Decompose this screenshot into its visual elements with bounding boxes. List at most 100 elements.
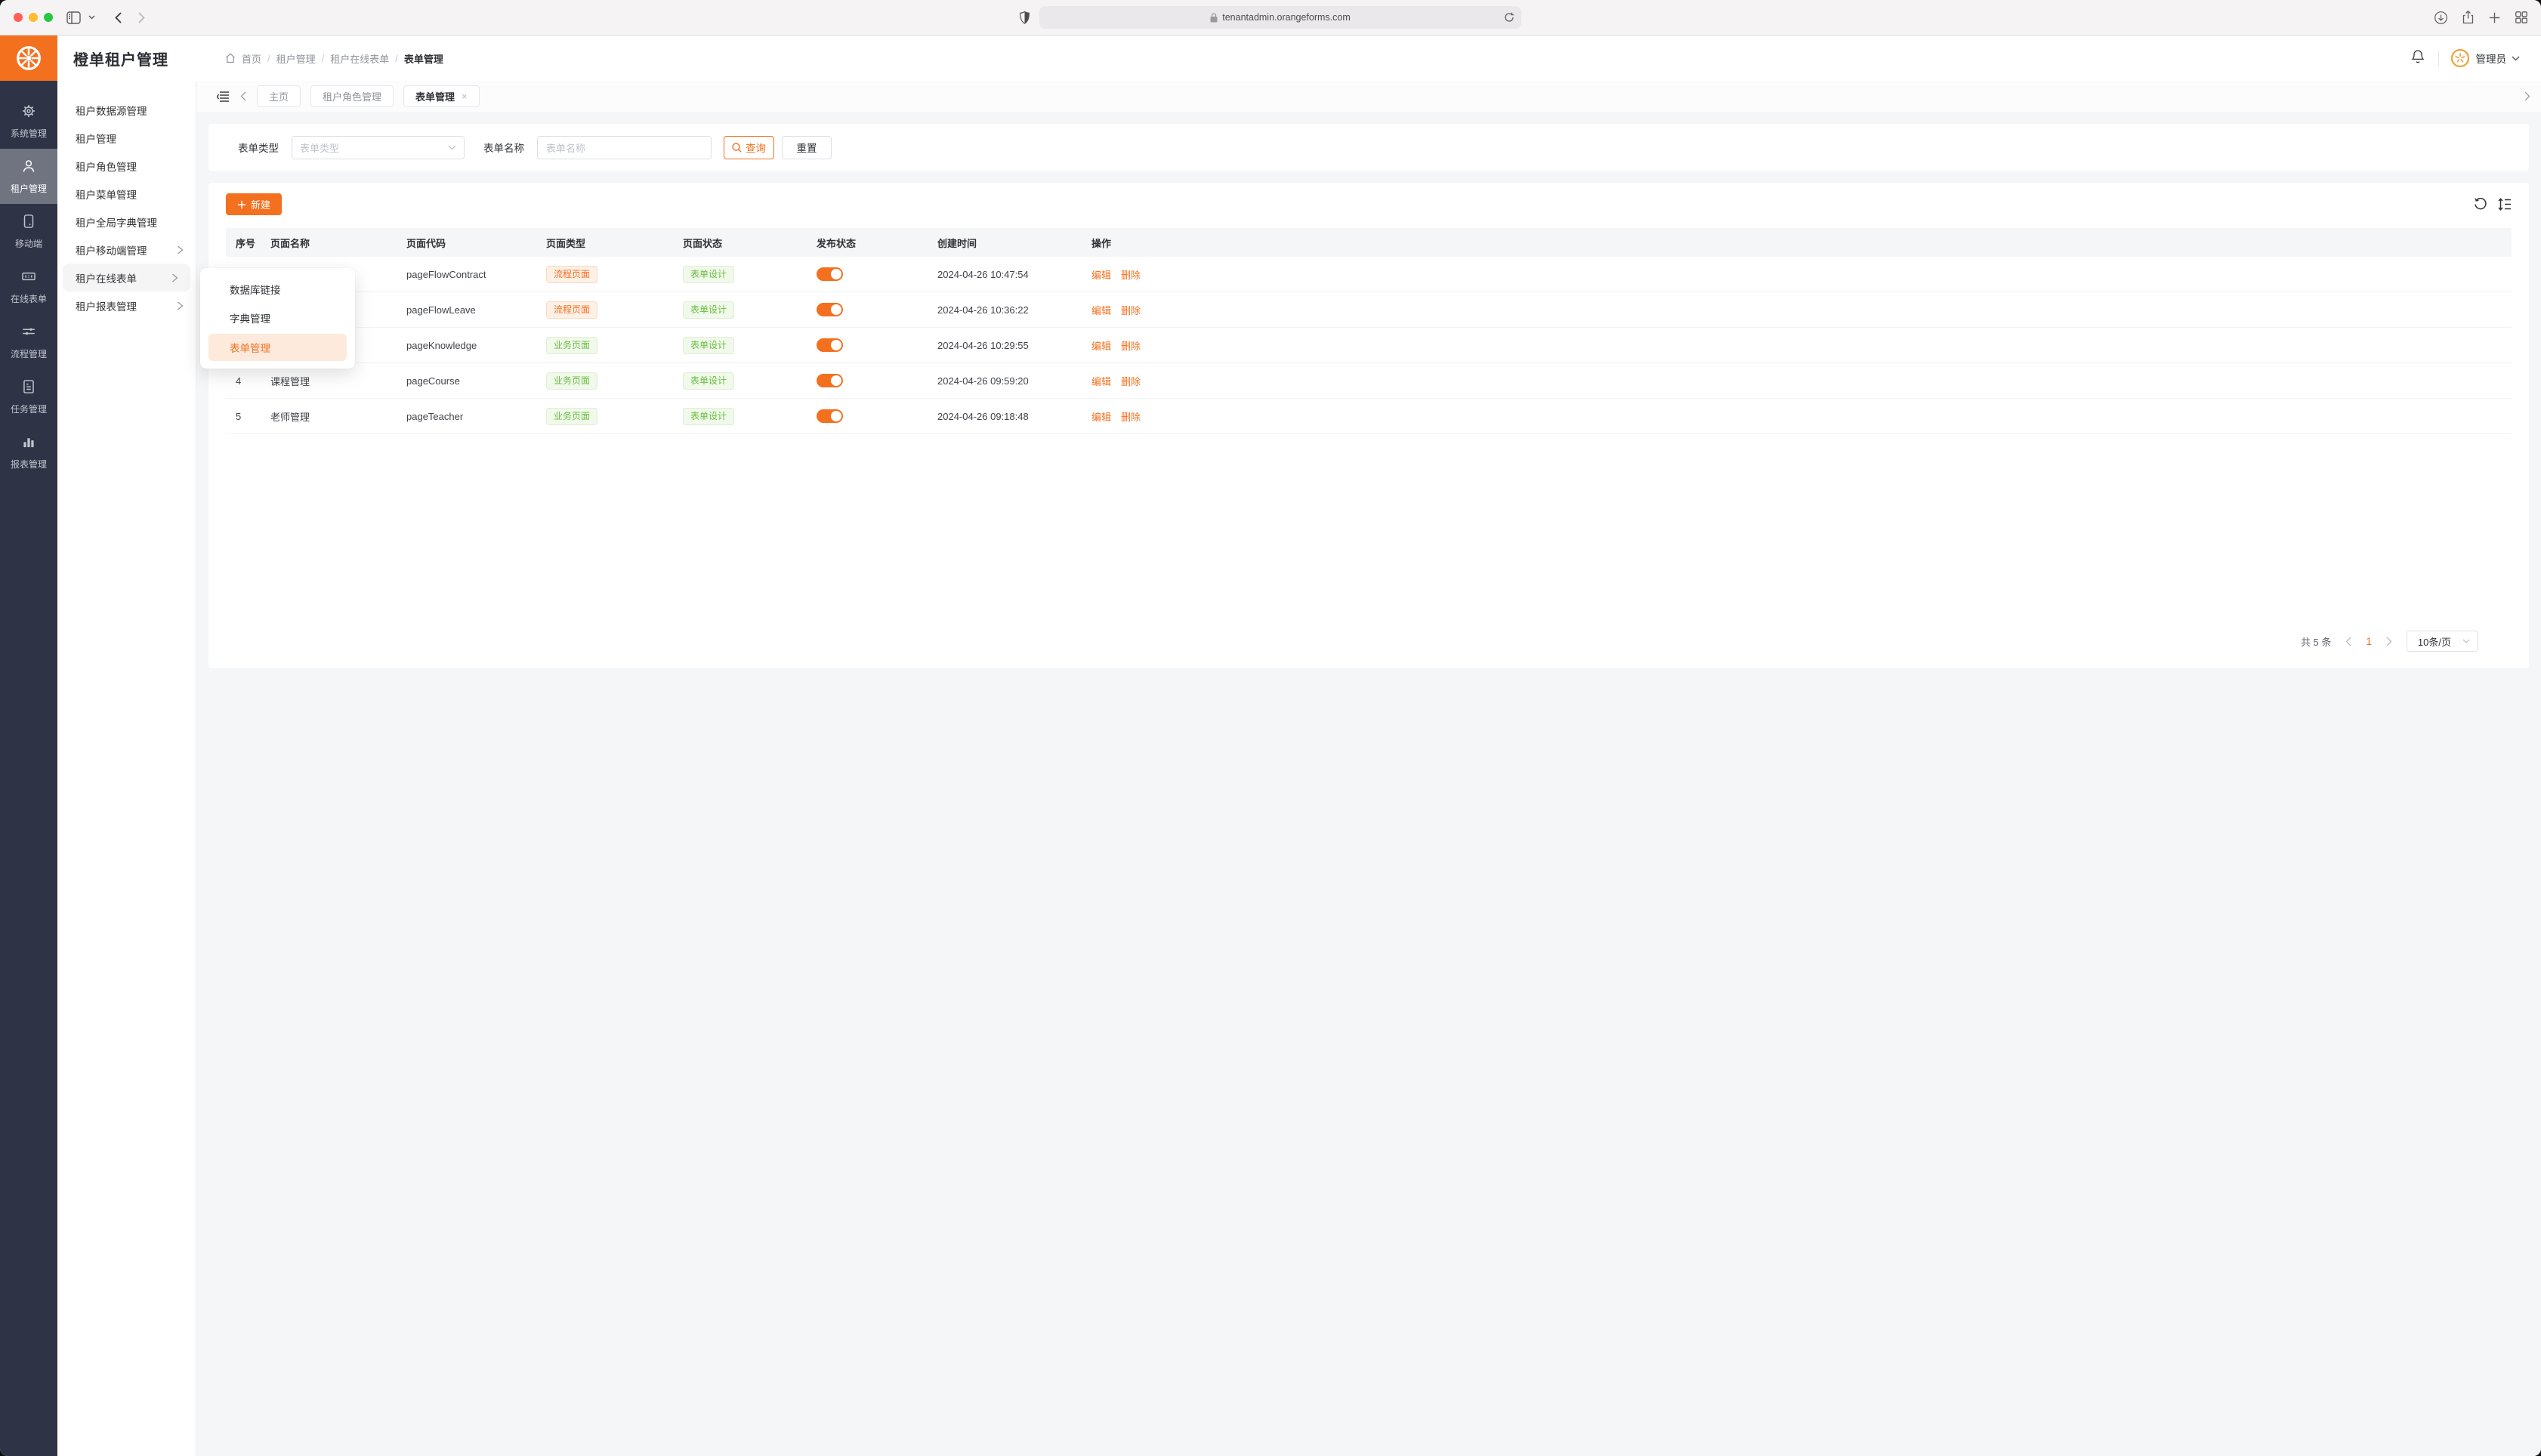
breadcrumb-current: 表单管理: [404, 51, 443, 66]
cell-actions: 编辑删除: [1091, 409, 2512, 424]
privacy-shield-icon[interactable]: [1020, 11, 1030, 24]
delete-link[interactable]: 删除: [1121, 338, 1141, 353]
chevron-right-icon: [171, 273, 178, 282]
breadcrumb-item[interactable]: 首页: [242, 51, 261, 66]
submenu-item-role[interactable]: 租户角色管理: [57, 152, 196, 180]
browser-window: tenantadmin.orangeforms.com: [0, 0, 2541, 1456]
publish-toggle[interactable]: [817, 338, 843, 352]
flyout-item-label: 表单管理: [230, 340, 270, 355]
chevron-down-icon[interactable]: [88, 15, 95, 20]
delete-link[interactable]: 删除: [1121, 303, 1141, 317]
tab-item[interactable]: 表单管理×: [403, 85, 480, 107]
breadcrumb-item[interactable]: 租户在线表单: [330, 51, 389, 66]
next-page-icon[interactable]: [2386, 637, 2392, 646]
chevron-down-icon[interactable]: [2512, 51, 2520, 65]
cell-page-code: pageFlowLeave: [406, 304, 546, 316]
search-button[interactable]: 查询: [724, 136, 774, 159]
search-icon: [732, 143, 742, 153]
sidebar-item-flow[interactable]: 流程管理: [0, 314, 57, 369]
forward-button[interactable]: [138, 12, 145, 23]
submenu-item-label: 租户报表管理: [76, 298, 137, 313]
edit-link[interactable]: 编辑: [1091, 409, 1111, 424]
address-bar[interactable]: tenantadmin.orangeforms.com: [1039, 6, 1521, 29]
cell-actions: 编辑删除: [1091, 267, 2512, 282]
sidebar-item-report[interactable]: 报表管理: [0, 424, 57, 480]
publish-toggle[interactable]: [817, 409, 843, 423]
zoom-window-button[interactable]: [44, 13, 53, 22]
cell-actions: 编辑删除: [1091, 374, 2512, 388]
tab-close-icon[interactable]: ×: [462, 91, 468, 102]
bell-icon[interactable]: [2411, 49, 2425, 67]
breadcrumb-item[interactable]: 租户管理: [276, 51, 316, 66]
submenu-item-label: 租户数据源管理: [76, 103, 147, 118]
flyout-item-label: 字典管理: [230, 310, 270, 325]
publish-toggle[interactable]: [817, 303, 843, 316]
edit-link[interactable]: 编辑: [1091, 303, 1111, 317]
submenu-item-datasource[interactable]: 租户数据源管理: [57, 96, 196, 124]
cell-page-status: 表单设计: [683, 301, 817, 319]
page-number[interactable]: 1: [2366, 636, 2372, 647]
submenu-item-dict[interactable]: 租户全局字典管理: [57, 208, 196, 236]
flyout-item-form[interactable]: 表单管理: [208, 334, 347, 361]
delete-link[interactable]: 删除: [1121, 267, 1141, 282]
page-status-badge: 表单设计: [683, 301, 734, 319]
back-button[interactable]: [115, 12, 122, 23]
page-size-select[interactable]: 10条/页: [2407, 631, 2478, 652]
downloads-icon[interactable]: [2434, 11, 2447, 24]
cell-publish-status: [817, 338, 937, 352]
delete-link[interactable]: 删除: [1121, 409, 1141, 424]
cell-created-time: 2024-04-26 10:47:54: [937, 269, 1091, 280]
sidebar-item-online-form[interactable]: 在线表单: [0, 259, 57, 314]
sliders-icon: [20, 323, 37, 342]
reset-button[interactable]: 重置: [782, 136, 832, 159]
submenu-item-menu[interactable]: 租户菜单管理: [57, 180, 196, 208]
cell-publish-status: [817, 267, 937, 281]
submenu-item-label: 租户管理: [76, 131, 116, 146]
mobile-icon: [20, 213, 37, 232]
sidebar-item-mobile[interactable]: 移动端: [0, 204, 57, 259]
user-name[interactable]: 管理员: [2476, 51, 2507, 66]
cell-page-status: 表单设计: [683, 372, 817, 390]
refresh-icon[interactable]: [2474, 198, 2487, 211]
tabs-scroll-right-icon[interactable]: [2524, 91, 2530, 101]
form-name-input[interactable]: 表单名称: [537, 136, 712, 159]
delete-link[interactable]: 删除: [1121, 374, 1141, 388]
close-window-button[interactable]: [14, 13, 23, 22]
tab-item[interactable]: 主页: [257, 85, 301, 107]
flyout-item-db-link[interactable]: 数据库链接: [208, 276, 347, 303]
tab-overview-icon[interactable]: [2515, 11, 2527, 23]
table-row: 5老师管理pageTeacher业务页面表单设计2024-04-26 09:18…: [226, 399, 2512, 434]
submenu-item-report[interactable]: 租户报表管理: [57, 292, 196, 319]
publish-toggle[interactable]: [817, 267, 843, 281]
sidebar-item-tenant[interactable]: 租户管理: [0, 149, 57, 204]
edit-link[interactable]: 编辑: [1091, 374, 1111, 388]
reload-icon[interactable]: [1504, 12, 1514, 23]
edit-link[interactable]: 编辑: [1091, 267, 1111, 282]
share-icon[interactable]: [2462, 11, 2474, 24]
column-header: 页面代码: [406, 236, 546, 250]
sidebar-item-label: 报表管理: [11, 458, 47, 470]
create-button[interactable]: 新建: [226, 193, 282, 215]
minimize-window-button[interactable]: [29, 13, 38, 22]
new-tab-icon[interactable]: [2489, 12, 2500, 23]
sidebar-item-label: 移动端: [15, 237, 42, 250]
sidebar-item-system[interactable]: 系统管理: [0, 94, 57, 149]
avatar[interactable]: [2451, 49, 2469, 67]
flyout-item-dict[interactable]: 字典管理: [208, 304, 347, 332]
tabs-scroll-left-icon[interactable]: [240, 91, 246, 101]
publish-toggle[interactable]: [817, 374, 843, 387]
prev-page-icon[interactable]: [2345, 637, 2351, 646]
bar-chart-icon: [20, 433, 37, 452]
main-area: 主页租户角色管理表单管理× 表单类型 表单类型 表单名称: [196, 81, 2541, 1456]
submenu-item-online-form[interactable]: 租户在线表单: [63, 264, 190, 292]
row-height-icon[interactable]: [2498, 198, 2512, 211]
sidebar-toggle-icon[interactable]: [66, 11, 81, 24]
form-type-select[interactable]: 表单类型: [292, 136, 465, 159]
submenu-item-tenant[interactable]: 租户管理: [57, 124, 196, 152]
tab-item[interactable]: 租户角色管理: [310, 85, 394, 107]
edit-link[interactable]: 编辑: [1091, 338, 1111, 353]
collapse-menu-icon[interactable]: [217, 91, 230, 102]
cell-page-type: 流程页面: [546, 301, 683, 319]
submenu-item-mobile[interactable]: 租户移动端管理: [57, 236, 196, 264]
sidebar-item-task[interactable]: 任务管理: [0, 369, 57, 424]
